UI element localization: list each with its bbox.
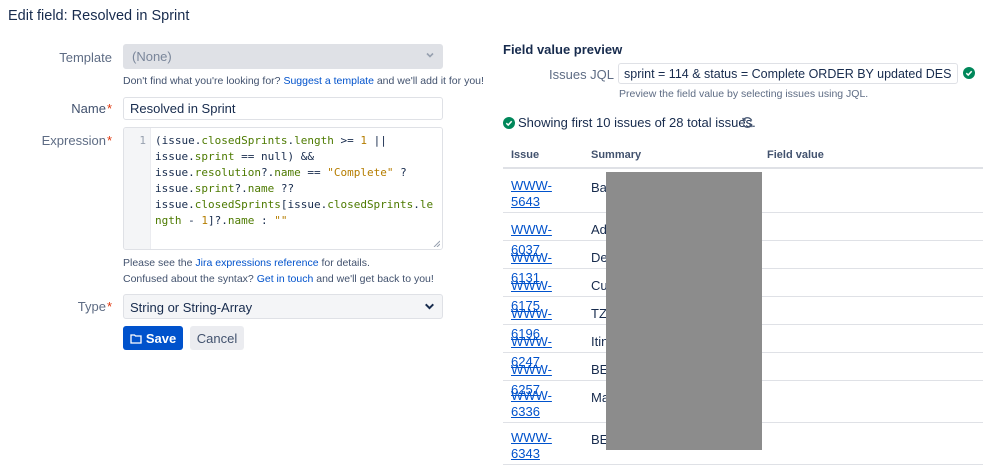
template-help: Don't find what you're looking for? Sugg… [123, 75, 484, 87]
expression-help-reference: Please see the Jira expressions referenc… [123, 257, 370, 269]
check-circle-icon [963, 67, 975, 79]
resize-grip-icon[interactable] [432, 239, 440, 247]
line-gutter: 1 [124, 128, 150, 249]
code-line: (issue.closedSprints.length >= 1 || [155, 134, 387, 147]
required-mark: * [106, 101, 112, 116]
preview-status: Showing first 10 issues of 28 total issu… [518, 115, 756, 130]
line-number: 1 [139, 134, 146, 147]
expression-help-suffix: for details. [321, 257, 370, 269]
code-line: issue.closedSprints[issue.closedSprints.… [155, 198, 434, 211]
redacted-area [606, 172, 762, 450]
template-label: Template [59, 50, 112, 65]
get-in-touch-link[interactable]: Get in touch [257, 273, 314, 285]
expression-code[interactable]: (issue.closedSprints.length >= 1 || issue… [150, 128, 442, 249]
type-select[interactable]: String or String-Array [123, 294, 443, 319]
issue-summary: TZ [591, 306, 607, 321]
chevron-down-icon [425, 303, 434, 310]
page-title: Edit field: Resolved in Sprint [8, 8, 190, 24]
expression-editor[interactable]: 1 (issue.closedSprints.length >= 1 || iss… [123, 127, 443, 250]
required-mark: * [106, 299, 112, 314]
issue-summary: Ba [591, 180, 607, 195]
name-label: Name* [71, 101, 112, 116]
suggest-template-link[interactable]: Suggest a template [283, 75, 373, 87]
check-circle-icon [503, 117, 515, 129]
column-summary: Summary [591, 149, 642, 161]
jql-input[interactable] [618, 63, 958, 84]
type-select-value: String or String-Array [130, 300, 253, 315]
save-button[interactable]: Save [123, 326, 183, 350]
code-line: ngth - 1]?.name : "" [155, 214, 288, 227]
issue-summary: Ad [591, 222, 607, 237]
contact-help-suffix: and we'll get back to you! [316, 273, 434, 285]
preview-title: Field value preview [503, 42, 623, 57]
template-select: (None) [123, 44, 443, 69]
cancel-button[interactable]: Cancel [190, 326, 244, 350]
jql-label: Issues JQL [549, 67, 615, 82]
chevron-down-icon [426, 52, 434, 58]
type-label: Type* [77, 299, 112, 314]
issue-key-link[interactable]: WWW- 5643 [511, 178, 552, 210]
column-issue: Issue [511, 149, 540, 161]
name-input[interactable] [123, 97, 443, 120]
issue-key-link[interactable]: WWW- 6336 [511, 388, 552, 420]
code-line: issue.sprint?.name ?? [155, 182, 295, 195]
column-field-value: Field value [767, 149, 824, 161]
jql-help: Preview the field value by selecting iss… [619, 88, 869, 100]
template-help-prefix: Don't find what you're looking for? [123, 75, 281, 87]
contact-help-prefix: Confused about the syntax? [123, 273, 254, 285]
expression-label: Expression* [41, 133, 112, 148]
save-button-label: Save [145, 330, 177, 346]
folder-icon [130, 333, 142, 344]
template-help-suffix: and we'll add it for you! [376, 75, 484, 87]
required-mark: * [106, 133, 112, 148]
issue-key-link[interactable]: WWW- 6343 [511, 430, 552, 462]
jira-expressions-reference-link[interactable]: Jira expressions reference [195, 257, 318, 269]
expression-help-contact: Confused about the syntax? Get in touch … [123, 273, 434, 285]
issues-table-header: Issue Summary Field value [503, 142, 983, 169]
code-line: issue.sprint == null) && [155, 150, 314, 163]
expression-help-prefix: Please see the [123, 257, 193, 269]
code-line: issue.resolution?.name == "Complete" ? [155, 166, 407, 179]
template-select-value: (None) [132, 49, 172, 64]
refresh-icon[interactable] [741, 116, 754, 129]
